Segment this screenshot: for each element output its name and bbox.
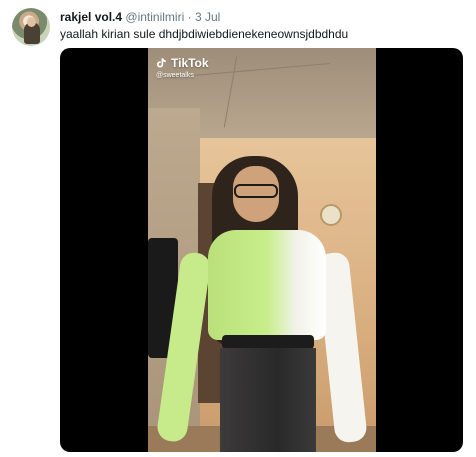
person-pants	[220, 348, 316, 452]
tiktok-note-icon	[156, 57, 168, 69]
video-frame[interactable]: TikTok @sweetalks	[148, 48, 376, 452]
video-media[interactable]: TikTok @sweetalks	[60, 48, 463, 452]
display-name[interactable]: rakjel vol.4	[60, 10, 122, 24]
avatar-face	[27, 17, 36, 27]
tweet-card[interactable]: rakjel vol.4 @intinilmiri · 3 Jul yaalla…	[0, 0, 476, 457]
avatar[interactable]	[12, 8, 50, 46]
person-belt	[222, 335, 314, 349]
tiktok-watermark: TikTok	[156, 56, 209, 70]
person-top	[208, 230, 326, 340]
tiktok-brand: TikTok	[171, 56, 209, 70]
tweet-header: rakjel vol.4 @intinilmiri · 3 Jul	[60, 10, 220, 24]
username[interactable]: @intinilmiri	[125, 10, 184, 24]
tweet-date[interactable]: 3 Jul	[195, 10, 220, 24]
wall-clock-icon	[320, 204, 342, 226]
tweet-text: yaallah kirian sule dhdjbdiwiebdienekene…	[60, 27, 349, 41]
separator-dot: ·	[187, 10, 192, 24]
tiktok-handle: @sweetalks	[156, 72, 194, 79]
glasses	[234, 184, 278, 198]
